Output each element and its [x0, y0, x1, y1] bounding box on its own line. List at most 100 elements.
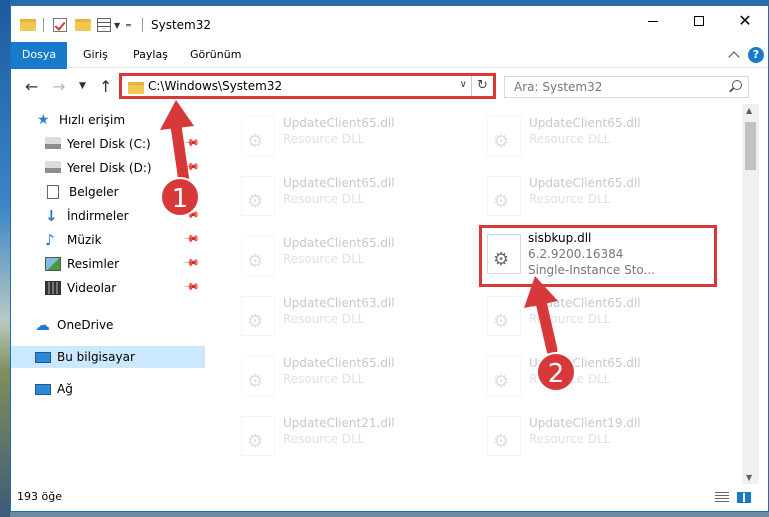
nav-item-network[interactable]: Ağ [11, 378, 205, 400]
nav-label: Ağ [57, 382, 73, 396]
tab-home[interactable]: Giriş [83, 42, 108, 68]
file-description: Resource DLL [283, 312, 365, 326]
network-icon [35, 383, 51, 395]
dll-file-icon [241, 116, 275, 156]
nav-item-downloads[interactable]: ↓ İndirmeler 📌 [11, 205, 205, 227]
nav-item-pictures[interactable]: Resimler 📌 [11, 253, 205, 275]
address-path[interactable]: C:\Windows\System32 [148, 79, 282, 93]
file-item[interactable]: UpdateClient19.dll Resource DLL [479, 410, 719, 470]
nav-item-music[interactable]: ♪ Müzik 📌 [11, 229, 205, 251]
file-item[interactable]: UpdateClient65.dll Resource DLL [479, 170, 719, 230]
maximize-icon [694, 16, 704, 26]
star-icon: ★ [37, 112, 50, 128]
file-item[interactable]: UpdateClient65.dll Resource DLL [233, 230, 473, 290]
file-name: UpdateClient65.dll [529, 356, 641, 370]
scroll-thumb[interactable] [745, 122, 756, 170]
file-description: Single-Instance Sto... [528, 263, 655, 277]
file-item[interactable]: UpdateClient21.dll Resource DLL [233, 410, 473, 470]
maximize-button[interactable] [676, 6, 722, 36]
nav-item-quick-access[interactable]: ★ Hızlı erişim [11, 109, 205, 131]
file-item[interactable]: UpdateClient65.dll Resource DLL [479, 290, 719, 350]
drive-icon [45, 137, 61, 151]
file-name: UpdateClient63.dll [283, 296, 395, 310]
file-item[interactable]: UpdateClient65.dll Resource DLL [233, 110, 473, 170]
navigation-pane: ★ Hızlı erişim Yerel Disk (C:) 📌 Yerel D… [11, 104, 207, 484]
pin-icon[interactable]: 📌 [182, 279, 199, 296]
desktop-background [0, 0, 10, 517]
dll-file-icon [487, 356, 521, 396]
nav-item-documents[interactable]: Belgeler 📌 [11, 181, 205, 203]
file-version: 6.2.9200.16384 [528, 247, 624, 261]
cloud-icon: ☁ [35, 316, 50, 334]
nav-label: Bu bilgisayar [57, 350, 135, 364]
tab-share[interactable]: Paylaş [133, 42, 168, 68]
status-bar: 193 öğe [11, 484, 768, 511]
tab-view[interactable]: Görünüm [190, 42, 241, 68]
file-description: Resource DLL [529, 132, 611, 146]
file-name: sisbkup.dll [528, 231, 592, 245]
file-name: UpdateClient65.dll [529, 296, 641, 310]
file-item[interactable]: UpdateClient65.dll Resource DLL [233, 170, 473, 230]
pin-icon[interactable]: 📌 [182, 159, 199, 176]
vertical-scrollbar[interactable]: ▲ ▼ [742, 104, 759, 484]
nav-label: İndirmeler [67, 209, 129, 223]
new-folder-icon[interactable] [75, 16, 91, 34]
download-icon: ↓ [45, 207, 58, 225]
pin-icon[interactable]: 📌 [182, 255, 199, 272]
nav-item-onedrive[interactable]: ☁ OneDrive [11, 314, 205, 336]
up-button[interactable]: ↑ [99, 77, 112, 96]
dll-file-icon [241, 176, 275, 216]
music-icon: ♪ [45, 231, 55, 249]
file-description: Resource DLL [529, 312, 611, 326]
refresh-button[interactable]: ↻ [471, 76, 493, 96]
folder-icon [20, 16, 36, 34]
nav-label: Resimler [67, 257, 120, 271]
forward-button[interactable]: → [52, 77, 65, 96]
chevron-down-icon[interactable]: ∨ [460, 79, 467, 90]
rename-icon[interactable] [97, 16, 111, 34]
search-icon[interactable] [732, 80, 742, 90]
pin-icon[interactable]: 📌 [182, 183, 199, 200]
dll-file-icon [241, 416, 275, 456]
pictures-icon [45, 257, 61, 271]
search-placeholder: Ara: System32 [514, 80, 603, 94]
file-explorer-window: ▼ ═ System32 ✕ Dosya Giriş Paylaş Görünü… [10, 5, 769, 512]
dll-file-icon [487, 296, 521, 336]
refresh-icon: ↻ [477, 78, 488, 93]
back-button[interactable]: ← [25, 77, 38, 96]
pin-icon[interactable]: 📌 [182, 207, 199, 224]
nav-label: OneDrive [57, 318, 114, 332]
file-item[interactable]: UpdateClient65.dll Resource DLL [233, 350, 473, 410]
address-bar[interactable]: C:\Windows\System32 ∨ ↻ [119, 73, 496, 99]
properties-check-icon[interactable] [53, 16, 67, 34]
tiles-view-icon[interactable] [737, 492, 751, 503]
recent-locations-button[interactable]: ▼ [79, 81, 86, 91]
chevron-down-icon[interactable]: ▼ [114, 16, 120, 34]
pin-icon[interactable]: 📌 [182, 135, 199, 152]
file-item-highlighted[interactable]: sisbkup.dll 6.2.9200.16384 Single-Instan… [479, 225, 717, 287]
file-description: Resource DLL [283, 432, 365, 446]
details-view-icon[interactable] [715, 492, 729, 503]
help-icon[interactable]: ? [748, 47, 764, 63]
file-item[interactable]: UpdateClient65.dll Resource DLL [479, 350, 719, 410]
dll-file-icon [487, 416, 521, 456]
nav-item-videos[interactable]: Videolar 📌 [11, 277, 205, 299]
nav-item-this-pc[interactable]: Bu bilgisayar [11, 346, 205, 368]
nav-item-local-disk-d[interactable]: Yerel Disk (D:) 📌 [11, 157, 205, 179]
file-item[interactable]: UpdateClient65.dll Resource DLL [479, 110, 719, 170]
scroll-down-icon[interactable]: ▼ [746, 473, 752, 482]
scroll-up-icon[interactable]: ▲ [746, 106, 752, 115]
pin-icon[interactable]: 📌 [182, 231, 199, 248]
close-button[interactable]: ✕ [722, 6, 768, 36]
minimize-button[interactable] [630, 6, 676, 36]
collapse-ribbon-icon[interactable] [728, 51, 740, 63]
dll-file-icon [487, 176, 521, 216]
nav-item-local-disk-c[interactable]: Yerel Disk (C:) 📌 [11, 133, 205, 155]
file-description: Resource DLL [283, 132, 365, 146]
separator [142, 16, 143, 34]
file-item[interactable]: UpdateClient63.dll Resource DLL [233, 290, 473, 350]
search-input[interactable]: Ara: System32 [504, 76, 749, 98]
nav-label: Yerel Disk (C:) [67, 137, 151, 151]
customize-toolbar-icon[interactable]: ═ [126, 16, 131, 34]
nav-label: Hızlı erişim [59, 113, 126, 127]
